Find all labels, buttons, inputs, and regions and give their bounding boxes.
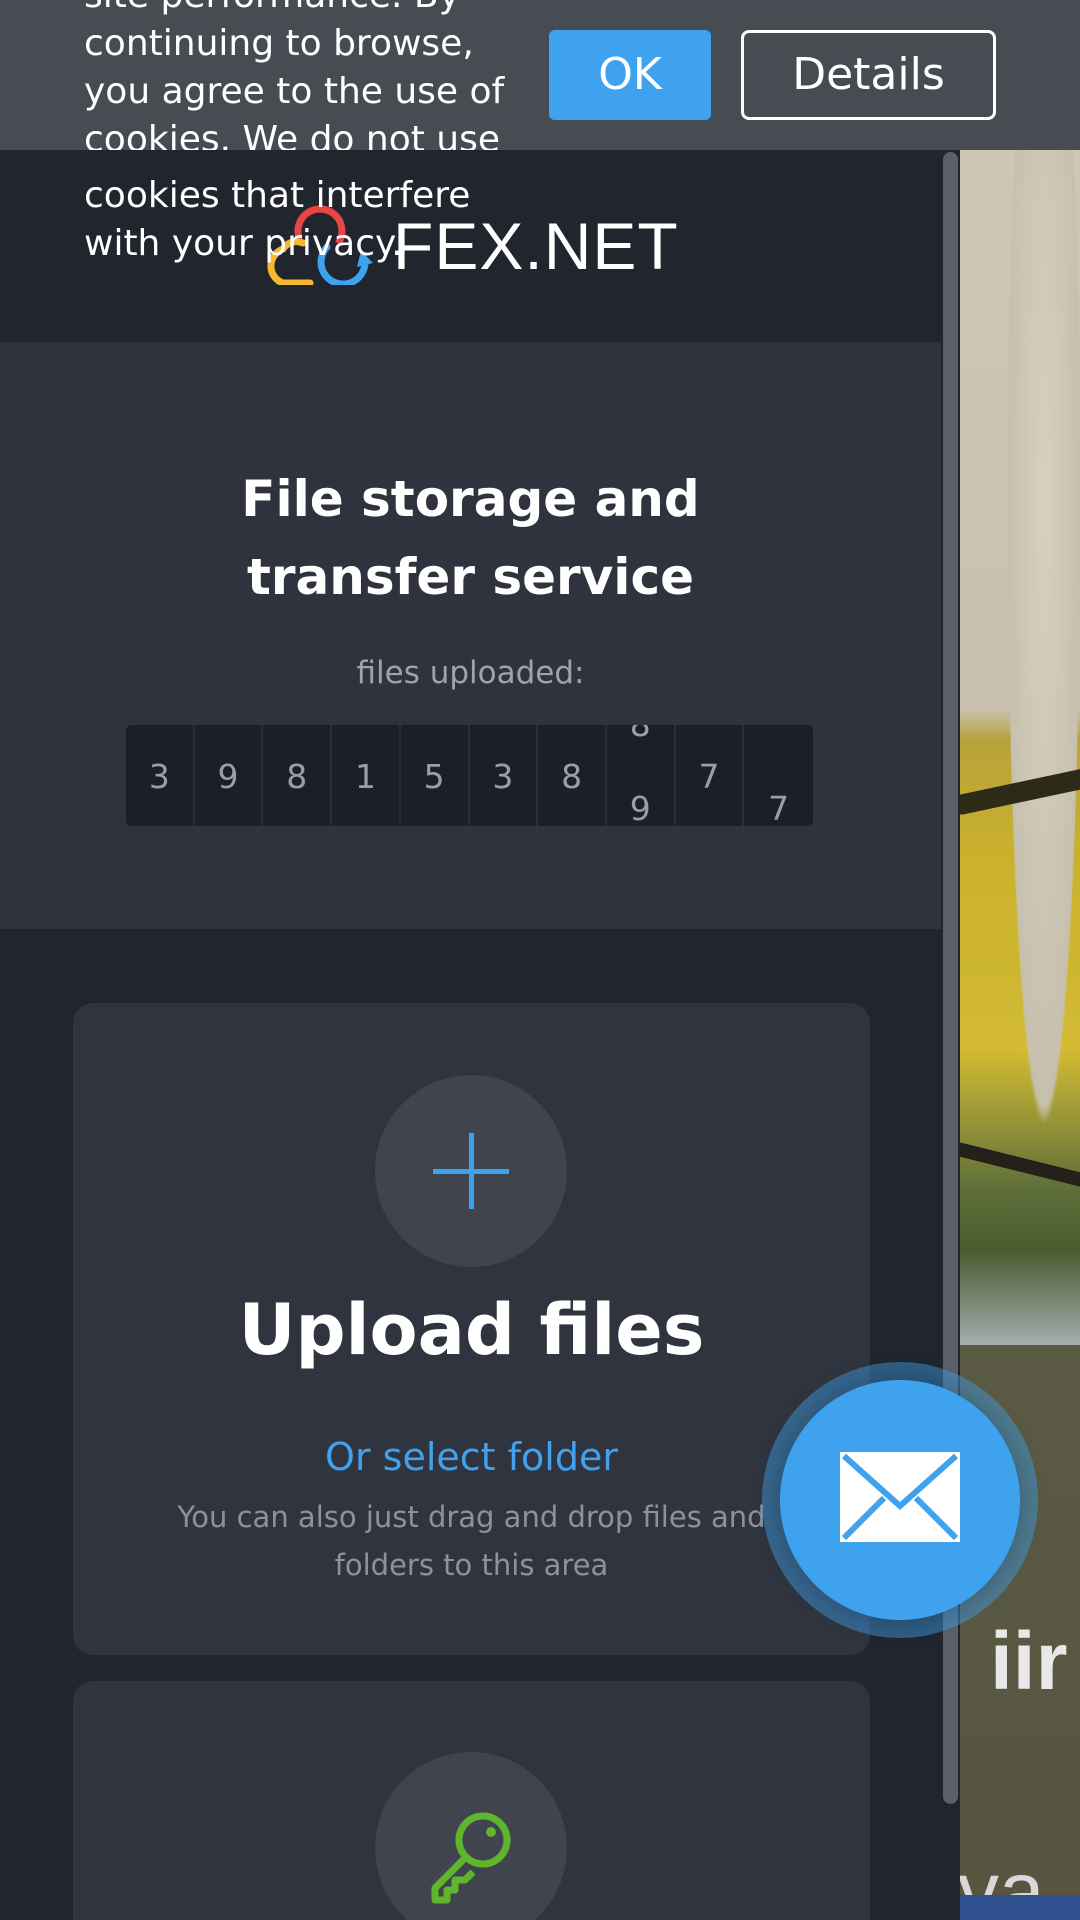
counter-digit: 7 xyxy=(768,789,790,826)
cookie-text: site performance. By continuing to brows… xyxy=(84,0,505,150)
background-painting: iir va xyxy=(960,150,1080,1920)
cookie-banner: site performance. By continuing to brows… xyxy=(0,0,1080,150)
counter-digit: 3 xyxy=(126,725,195,826)
upload-dropzone[interactable]: Upload files Or select folder You can al… xyxy=(73,1003,870,1655)
key-button[interactable] xyxy=(375,1752,567,1920)
cookie-text-overflow: cookies that interfere with your privacy… xyxy=(84,175,471,264)
hero-section: File storage and transfer service files … xyxy=(0,342,941,929)
counter-digit: 3 xyxy=(470,725,539,826)
counter-digit: 9 xyxy=(195,725,264,826)
counter-digit: 5 xyxy=(401,725,470,826)
key-card[interactable] xyxy=(73,1681,870,1920)
counter-digit: 8 xyxy=(538,725,607,826)
painting-stroke xyxy=(960,1138,1080,1196)
upload-files-title[interactable]: Upload files xyxy=(73,1289,870,1371)
mail-icon xyxy=(840,1452,960,1542)
page-title: File storage and transfer service xyxy=(241,470,700,606)
counter-digit: 1 xyxy=(332,725,401,826)
contact-mail-button[interactable] xyxy=(780,1380,1020,1620)
upload-button[interactable] xyxy=(375,1075,567,1267)
background-text-1: iir xyxy=(990,1616,1068,1707)
cookie-ok-button[interactable]: OK xyxy=(549,30,711,120)
files-uploaded-counter: 3 9 8 1 5 3 8 8 9 7 7 xyxy=(126,725,813,826)
drag-drop-hint: You can also just drag and drop files an… xyxy=(177,1500,766,1582)
select-folder-link[interactable]: Or select folder xyxy=(73,1435,870,1479)
painting-stroke xyxy=(960,763,1080,817)
cookie-details-button[interactable]: Details xyxy=(741,30,996,120)
key-icon xyxy=(431,1812,511,1904)
counter-digit: 7 xyxy=(676,725,745,826)
counter-digit: 8 9 xyxy=(607,725,676,826)
counter-digit: 8 xyxy=(263,725,333,826)
plus-icon xyxy=(469,1133,474,1209)
files-uploaded-label: files uploaded: xyxy=(356,655,585,691)
painting-bottom-strip xyxy=(960,1895,1080,1920)
